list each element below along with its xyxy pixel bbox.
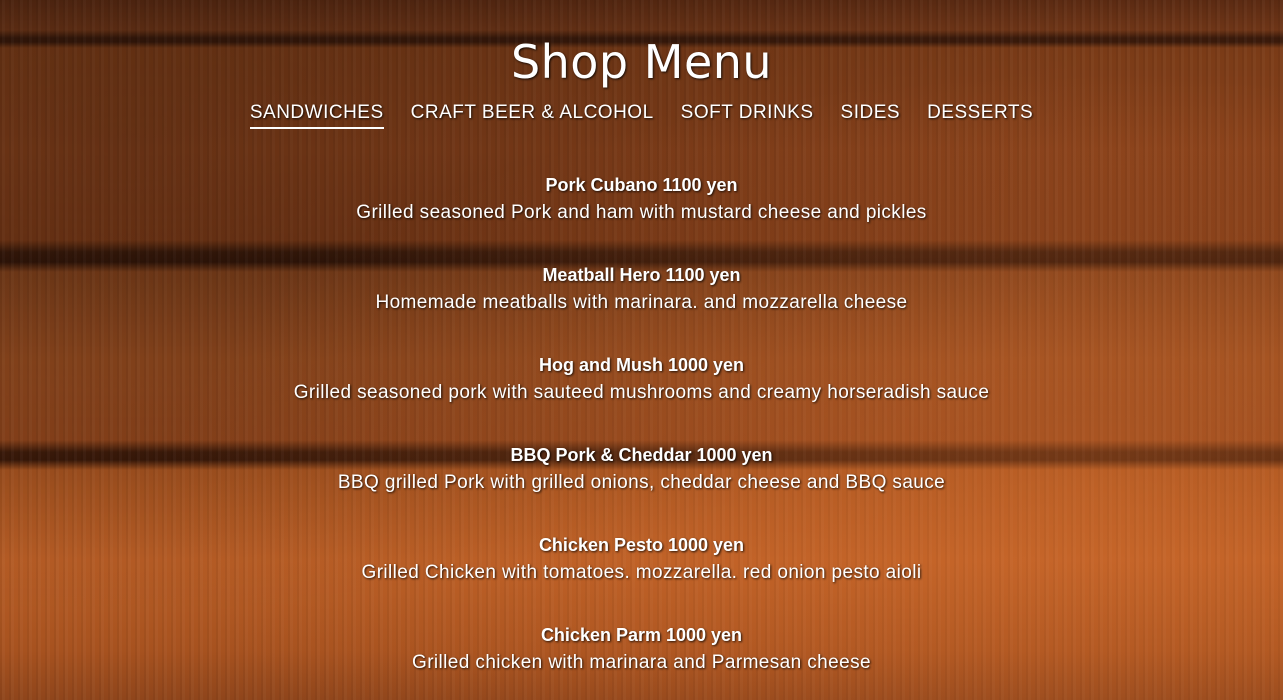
- tab-craft-beer-alcohol[interactable]: CRAFT BEER & ALCOHOL: [411, 102, 654, 129]
- menu-item-name: Meatball Hero 1100 yen: [542, 265, 741, 285]
- menu-item-description: BBQ grilled Pork with grilled onions, ch…: [337, 472, 946, 493]
- menu-item: Hog and Mush 1000 yen Grilled seasoned p…: [0, 353, 1283, 443]
- menu-item-description: Grilled chicken with marinara and Parmes…: [412, 652, 871, 673]
- menu-item-list: Pork Cubano 1100 yen Grilled seasoned Po…: [0, 173, 1283, 700]
- menu-item: Pork Cubano 1100 yen Grilled seasoned Po…: [0, 173, 1283, 263]
- tab-sides[interactable]: SIDES: [841, 102, 901, 129]
- menu-item-description: Grilled seasoned pork with sauteed mushr…: [293, 382, 990, 403]
- menu-item-name: Hog and Mush 1000 yen: [538, 355, 745, 375]
- tab-desserts[interactable]: DESSERTS: [927, 102, 1033, 129]
- tab-soft-drinks[interactable]: SOFT DRINKS: [681, 102, 814, 129]
- menu-item-description: Grilled Chicken with tomatoes. mozzarell…: [361, 562, 922, 583]
- menu-item-name: Pork Cubano 1100 yen: [545, 175, 738, 195]
- menu-item-name: Chicken Parm 1000 yen: [540, 625, 743, 645]
- page-title: Shop Menu: [510, 35, 773, 89]
- menu-item: Chicken Pesto 1000 yen Grilled Chicken w…: [0, 533, 1283, 623]
- menu-item-name: Chicken Pesto 1000 yen: [538, 535, 745, 555]
- menu-item-description: Grilled seasoned Pork and ham with musta…: [356, 202, 927, 223]
- menu-category-tabs: SANDWICHES CRAFT BEER & ALCOHOL SOFT DRI…: [0, 102, 1283, 129]
- menu-item: Meatball Hero 1100 yen Homemade meatball…: [0, 263, 1283, 353]
- menu-item-description: Homemade meatballs with marinara. and mo…: [375, 292, 908, 313]
- menu-item-name: BBQ Pork & Cheddar 1000 yen: [510, 445, 773, 465]
- menu-item: BBQ Pork & Cheddar 1000 yen BBQ grilled …: [0, 443, 1283, 533]
- tab-sandwiches[interactable]: SANDWICHES: [249, 102, 384, 129]
- menu-page: Shop Menu SANDWICHES CRAFT BEER & ALCOHO…: [0, 0, 1283, 700]
- menu-item: Chicken Parm 1000 yen Grilled chicken wi…: [0, 623, 1283, 700]
